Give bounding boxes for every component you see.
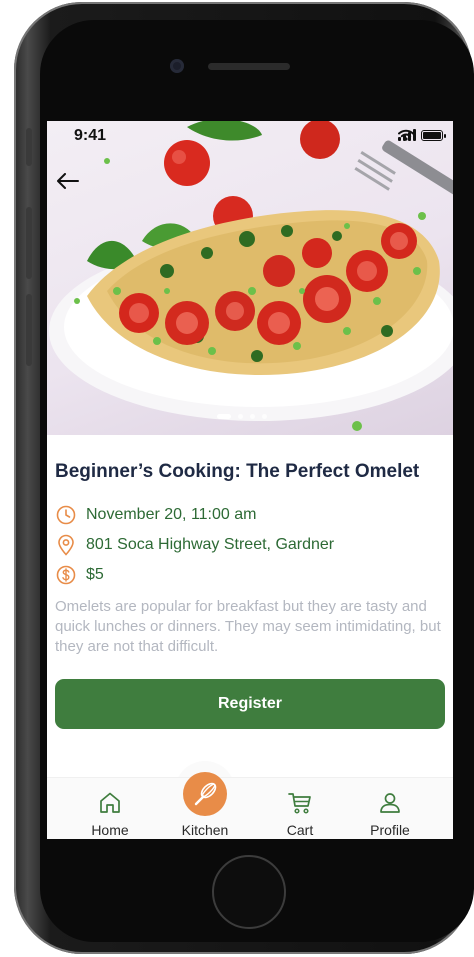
arrow-left-icon: [57, 173, 79, 189]
event-description: Omelets are popular for breakfast but th…: [55, 598, 441, 655]
cart-icon: [260, 790, 340, 816]
mute-switch: [26, 128, 32, 166]
volume-down-button: [26, 294, 32, 366]
status-time: 9:41: [74, 127, 107, 144]
hero-image: 9:41: [47, 121, 453, 435]
tab-profile-label: Profile: [370, 822, 410, 838]
whisk-icon: [194, 782, 217, 806]
home-icon: [70, 790, 150, 816]
user-icon: [350, 790, 430, 816]
battery-icon: [421, 130, 446, 141]
event-price-row: $5: [55, 564, 104, 586]
carousel-dot[interactable]: [262, 414, 267, 419]
carousel-dot[interactable]: [238, 414, 243, 419]
event-date: November 20, 11:00 am: [86, 506, 257, 523]
volume-up-button: [26, 207, 32, 279]
register-button[interactable]: Register: [55, 679, 445, 729]
front-camera: [170, 59, 184, 73]
omelet-photo: [49, 121, 453, 431]
carousel-indicator: [217, 414, 267, 419]
dollar-icon: [55, 564, 77, 586]
location-pin-icon: [55, 534, 77, 556]
tab-cart[interactable]: Cart: [260, 778, 340, 839]
home-hardware-button[interactable]: [212, 855, 286, 929]
tomato-illustration: [164, 140, 210, 186]
status-icons: [398, 129, 446, 141]
event-price: $5: [86, 566, 104, 583]
carousel-dot[interactable]: [250, 414, 255, 419]
tab-cart-label: Cart: [286, 822, 314, 838]
fork-illustration: [354, 140, 453, 196]
tab-profile[interactable]: Profile: [350, 778, 430, 839]
back-button[interactable]: [57, 173, 83, 199]
carousel-dot[interactable]: [217, 414, 231, 419]
event-date-row: November 20, 11:00 am: [55, 504, 256, 526]
tab-home[interactable]: Home: [70, 778, 150, 839]
earpiece-speaker: [208, 63, 290, 70]
tab-home-label: Home: [91, 822, 129, 838]
kitchen-active-button[interactable]: [183, 772, 227, 816]
clock-icon: [55, 504, 77, 526]
tab-bar: Home Kitchen Cart Profile: [47, 777, 453, 839]
basil-illustration: [187, 121, 262, 141]
event-location-row: 801 Soca Highway Street, Gardner: [55, 534, 334, 556]
app-screen: 9:41 Beginner’s Cooking: The Perfect Ome…: [47, 121, 453, 839]
event-title: Beginner’s Cooking: The Perfect Omelet: [55, 461, 420, 482]
event-location: 801 Soca Highway Street, Gardner: [86, 536, 335, 553]
wifi-icon: [398, 129, 414, 141]
tab-kitchen-label: Kitchen: [181, 822, 229, 838]
